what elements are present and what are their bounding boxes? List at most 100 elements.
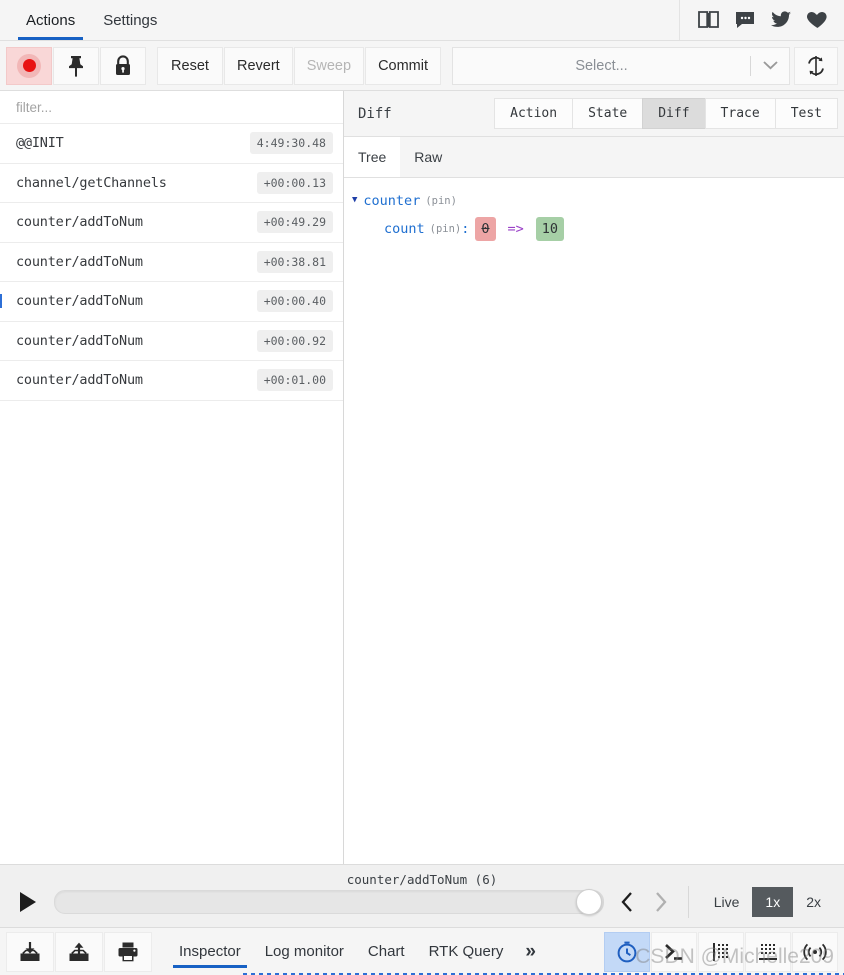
inspector-subtab-group: Tree Raw <box>344 137 844 178</box>
tab-test[interactable]: Test <box>774 98 838 129</box>
subtab-raw[interactable]: Raw <box>400 137 456 177</box>
dock-right-icon[interactable] <box>698 931 744 972</box>
speed-2x-label: 2x <box>806 894 821 910</box>
tab-trace[interactable]: Trace <box>704 98 776 129</box>
row-marker <box>0 334 2 348</box>
slider-caption: counter/addToNum (6) <box>346 872 498 887</box>
tab-chart-label: Chart <box>367 943 405 960</box>
filter-input[interactable] <box>14 98 329 116</box>
twitter-icon[interactable] <box>766 5 796 35</box>
dock-bottom-icon[interactable] <box>745 931 791 972</box>
tab-rtk-query[interactable]: RTK Query <box>417 928 516 975</box>
action-list: @@INIT 4:49:30.48 channel/getChannels +0… <box>0 124 343 864</box>
action-name: counter/addToNum <box>16 372 143 389</box>
filter-row <box>0 91 343 124</box>
row-marker <box>0 215 2 229</box>
subtab-raw-label: Raw <box>414 149 443 165</box>
print-icon[interactable] <box>104 931 152 972</box>
dispatcher-select[interactable]: Select... <box>452 46 790 85</box>
tab-diff[interactable]: Diff <box>642 98 706 129</box>
sweep-label: Sweep <box>306 57 352 74</box>
diff-child-pin: (pin) <box>429 223 462 235</box>
table-row[interactable]: counter/addToNum +00:49.29 <box>0 203 343 243</box>
tab-action-label: Action <box>510 106 558 121</box>
reset-label: Reset <box>171 57 209 74</box>
chat-bubble-icon[interactable] <box>730 5 760 35</box>
diff-root-pin: (pin) <box>425 195 457 207</box>
record-button[interactable] <box>6 46 52 85</box>
lock-button[interactable] <box>100 46 146 85</box>
prev-action-button[interactable] <box>612 886 642 918</box>
tab-state[interactable]: State <box>572 98 644 129</box>
slider-nav-arrows <box>612 886 676 918</box>
diff-tree-root[interactable]: ▼ counter (pin) <box>352 190 844 212</box>
timer-icon[interactable] <box>604 931 650 972</box>
export-icon[interactable] <box>55 931 103 972</box>
action-name: counter/addToNum <box>16 214 143 231</box>
row-marker <box>0 255 2 269</box>
action-timestamp: +00:00.13 <box>256 171 333 194</box>
playback-speed-group: Live 1x 2x <box>687 886 834 918</box>
tab-inspector-label: Inspector <box>179 943 241 960</box>
action-timestamp: 4:49:30.48 <box>249 132 333 155</box>
refresh-button[interactable] <box>794 46 838 85</box>
more-tabs-button[interactable]: » <box>515 928 546 975</box>
tab-inspector[interactable]: Inspector <box>167 928 253 975</box>
inspector-tab-group: Action State Diff Trace Test <box>494 98 844 129</box>
row-marker <box>0 294 2 309</box>
slider-track-wrap <box>46 889 612 915</box>
pin-button[interactable] <box>53 46 99 85</box>
speed-1x-label: 1x <box>765 894 781 910</box>
revert-button[interactable]: Revert <box>224 46 293 85</box>
tab-settings[interactable]: Settings <box>89 0 171 40</box>
action-name: counter/addToNum <box>16 332 143 349</box>
speed-1x-button[interactable]: 1x <box>752 887 794 917</box>
table-row[interactable]: counter/addToNum +00:00.40 <box>0 282 343 322</box>
tab-settings-label: Settings <box>103 11 158 29</box>
diff-colon: : <box>461 221 470 237</box>
tab-log-monitor-label: Log monitor <box>264 943 344 960</box>
chevron-double-right-icon: » <box>525 940 536 962</box>
redux-devtools-window: Actions Settings Reset Revert Sweep Comm… <box>0 0 844 975</box>
table-row[interactable]: counter/addToNum +00:00.92 <box>0 321 343 361</box>
action-timestamp: +00:00.92 <box>256 329 333 352</box>
tab-action[interactable]: Action <box>494 98 574 129</box>
bottom-tool-group <box>603 931 838 972</box>
pin-icon <box>69 55 83 77</box>
diff-tree: ▼ counter (pin) count (pin) : 0 => 10 <box>344 178 844 864</box>
slider-thumb[interactable] <box>575 889 602 915</box>
tab-actions[interactable]: Actions <box>12 0 89 40</box>
top-tab-bar: Actions Settings <box>0 0 844 41</box>
play-button[interactable] <box>10 884 46 920</box>
table-row[interactable]: channel/getChannels +00:00.13 <box>0 163 343 203</box>
book-icon[interactable] <box>694 5 724 35</box>
reset-button[interactable]: Reset <box>157 46 223 85</box>
actions-pane: @@INIT 4:49:30.48 channel/getChannels +0… <box>0 91 344 864</box>
sweep-button[interactable]: Sweep <box>293 46 365 85</box>
bottom-bar: Inspector Log monitor Chart RTK Query » <box>0 928 844 975</box>
heart-icon[interactable] <box>802 5 832 35</box>
terminal-icon[interactable] <box>651 931 697 972</box>
chevron-down-icon[interactable] <box>751 61 789 70</box>
import-icon[interactable] <box>6 931 54 972</box>
diff-tree-child[interactable]: count (pin) : 0 => 10 <box>352 217 844 241</box>
chevron-down-icon[interactable]: ▼ <box>352 189 357 211</box>
next-action-button[interactable] <box>646 886 676 918</box>
record-icon <box>17 53 41 78</box>
tab-chart[interactable]: Chart <box>356 928 417 975</box>
tab-log-monitor[interactable]: Log monitor <box>253 928 356 975</box>
remote-icon[interactable] <box>792 931 838 972</box>
slider-track[interactable] <box>54 889 604 915</box>
diff-child-key: count <box>384 221 425 237</box>
tab-rtk-query-label: RTK Query <box>428 943 504 960</box>
speed-live-button[interactable]: Live <box>701 887 753 917</box>
subtab-tree[interactable]: Tree <box>344 137 401 177</box>
revert-label: Revert <box>237 57 280 74</box>
table-row[interactable]: counter/addToNum +00:01.00 <box>0 361 343 401</box>
table-row[interactable]: @@INIT 4:49:30.48 <box>0 124 343 164</box>
table-row[interactable]: counter/addToNum +00:38.81 <box>0 242 343 282</box>
commit-button[interactable]: Commit <box>365 46 442 85</box>
row-marker <box>0 136 2 150</box>
speed-2x-button[interactable]: 2x <box>793 887 834 917</box>
main-body: @@INIT 4:49:30.48 channel/getChannels +0… <box>0 91 844 865</box>
